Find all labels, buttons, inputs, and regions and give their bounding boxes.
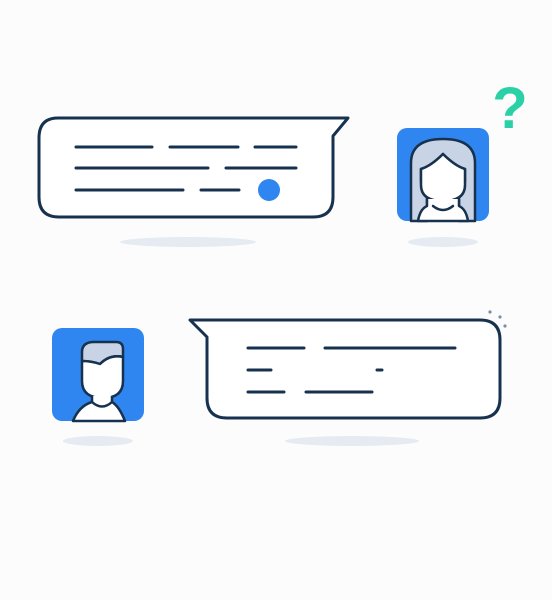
male-avatar-shadow [63,436,133,446]
top-bubble-shadow [120,237,256,247]
male-face [80,355,125,400]
female-avatar-shadow [408,237,478,247]
male-user-avatar-icon [52,328,144,446]
sparkle-dot-3 [503,324,507,328]
sparkle-dot-2 [498,315,502,319]
conversation-svg: ? [37,76,528,446]
chat-illustration: ? [0,0,552,600]
top-speech-bubble [37,116,350,247]
bottom-speech-bubble [188,318,502,446]
question-mark-icon: ? [492,76,527,141]
unread-dot-icon [258,179,280,201]
bottom-bubble-shadow [285,436,419,446]
sparkle-dot-1 [488,310,492,314]
female-user-avatar-icon [397,128,489,247]
bottom-bubble-outline [188,318,502,420]
